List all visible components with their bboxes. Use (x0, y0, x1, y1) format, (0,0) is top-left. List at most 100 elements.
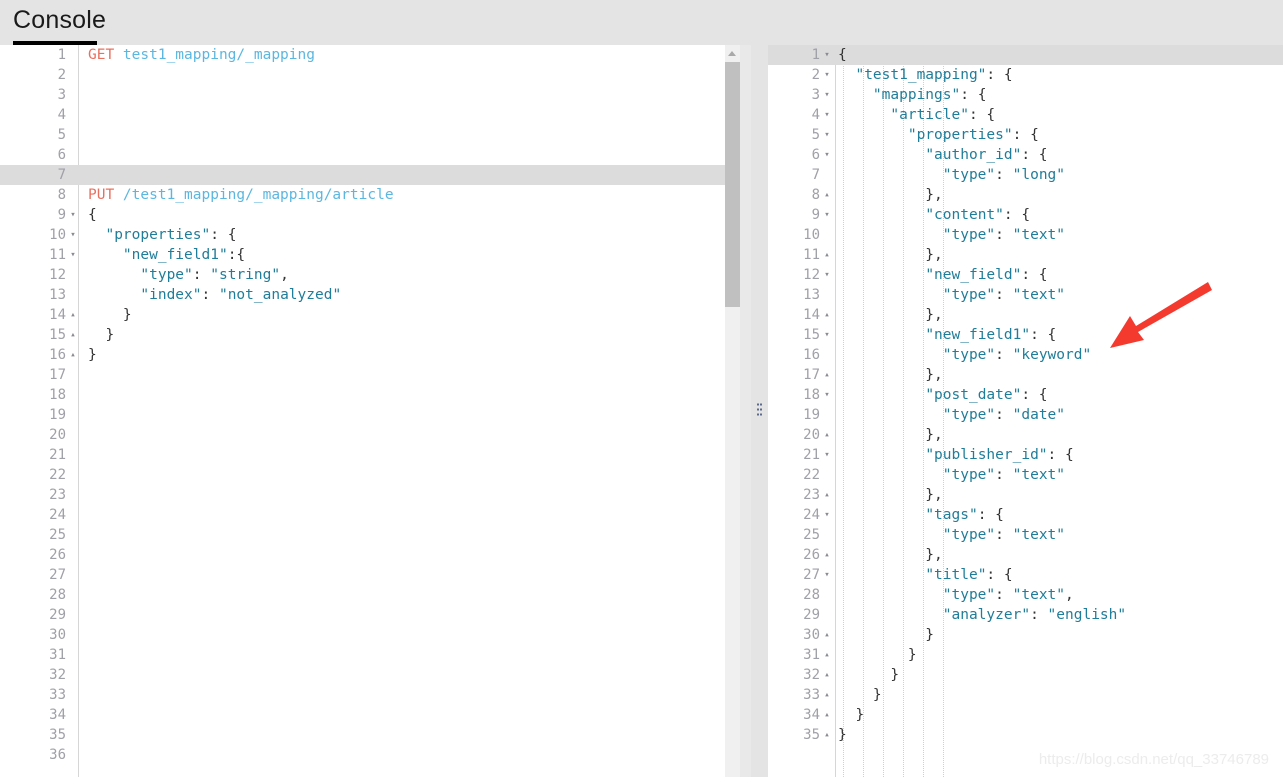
code-line[interactable]: 33 ▴ } (768, 685, 1283, 705)
fold-open-icon[interactable]: ▾ (820, 65, 834, 85)
code-line[interactable]: 14 ▴ } (0, 305, 751, 325)
code-line[interactable]: 13 "index": "not_analyzed" (0, 285, 751, 305)
request-scrollbar[interactable] (725, 45, 740, 777)
fold-open-icon[interactable]: ▾ (66, 225, 80, 245)
code-line[interactable]: 32 (0, 665, 751, 685)
code-line[interactable]: 10 ▾ "properties": { (0, 225, 751, 245)
fold-close-icon[interactable]: ▴ (66, 305, 80, 325)
code-line[interactable]: 31 ▴ } (768, 645, 1283, 665)
fold-close-icon[interactable]: ▴ (66, 345, 80, 365)
code-line[interactable]: 11 ▴ }, (768, 245, 1283, 265)
code-line[interactable]: 18 ▾ "post_date": { (768, 385, 1283, 405)
code-line[interactable]: 16 ▴} (0, 345, 751, 365)
fold-open-icon[interactable]: ▾ (820, 145, 834, 165)
fold-open-icon[interactable]: ▾ (820, 385, 834, 405)
code-line[interactable]: 35 (0, 725, 751, 745)
code-line[interactable]: 8 PUT /test1_mapping/_mapping/article (0, 185, 751, 205)
fold-open-icon[interactable]: ▾ (820, 85, 834, 105)
code-line[interactable]: 24 ▾ "tags": { (768, 505, 1283, 525)
code-line[interactable]: 6 ▾ "author_id": { (768, 145, 1283, 165)
code-line[interactable]: 22 "type": "text" (768, 465, 1283, 485)
code-line[interactable]: 21 (0, 445, 751, 465)
code-line[interactable]: 28 "type": "text", (768, 585, 1283, 605)
fold-close-icon[interactable]: ▴ (820, 625, 834, 645)
code-line[interactable]: 1 GET test1_mapping/_mapping (0, 45, 751, 65)
code-line[interactable]: 31 (0, 645, 751, 665)
code-line[interactable]: 5 (0, 125, 751, 145)
code-line[interactable]: 34 ▴ } (768, 705, 1283, 725)
fold-close-icon[interactable]: ▴ (820, 305, 834, 325)
fold-close-icon[interactable]: ▴ (820, 705, 834, 725)
code-line[interactable]: 28 (0, 585, 751, 605)
code-line[interactable]: 27 (0, 565, 751, 585)
fold-close-icon[interactable]: ▴ (820, 665, 834, 685)
code-line[interactable]: 27 ▾ "title": { (768, 565, 1283, 585)
fold-open-icon[interactable]: ▾ (66, 205, 80, 225)
code-line[interactable]: 8 ▴ }, (768, 185, 1283, 205)
fold-open-icon[interactable]: ▾ (820, 565, 834, 585)
code-line[interactable]: 29 (0, 605, 751, 625)
fold-close-icon[interactable]: ▴ (66, 325, 80, 345)
code-line[interactable]: 32 ▴ } (768, 665, 1283, 685)
fold-open-icon[interactable]: ▾ (820, 205, 834, 225)
fold-close-icon[interactable]: ▴ (820, 185, 834, 205)
code-line[interactable]: 10 "type": "text" (768, 225, 1283, 245)
response-editor[interactable]: 1 ▾{2 ▾ "test1_mapping": {3 ▾ "mappings": {… (768, 45, 1283, 777)
code-line[interactable]: 35 ▴} (768, 725, 1283, 745)
response-code-lines[interactable]: 1 ▾{2 ▾ "test1_mapping": {3 ▾ "mappings": {… (768, 45, 1283, 745)
code-line[interactable]: 34 (0, 705, 751, 725)
request-code-lines[interactable]: 1 GET test1_mapping/_mapping 2 3 4 5 6 7 8 PUT /t… (0, 45, 751, 765)
code-line[interactable]: 12 "type": "string", (0, 265, 751, 285)
code-line[interactable]: 9 ▾ { (0, 205, 751, 225)
fold-open-icon[interactable]: ▾ (66, 245, 80, 265)
code-line[interactable]: 23 ▴ }, (768, 485, 1283, 505)
fold-close-icon[interactable]: ▴ (820, 645, 834, 665)
code-line[interactable]: 17 ▴ }, (768, 365, 1283, 385)
code-line[interactable]: 12 ▾ "new_field": { (768, 265, 1283, 285)
code-line[interactable]: 5 ▾ "properties": { (768, 125, 1283, 145)
fold-open-icon[interactable]: ▾ (820, 265, 834, 285)
code-line[interactable]: 23 (0, 485, 751, 505)
fold-open-icon[interactable]: ▾ (820, 325, 834, 345)
code-line[interactable]: 29 "analyzer": "english" (768, 605, 1283, 625)
code-line[interactable]: 21 ▾ "publisher_id": { (768, 445, 1283, 465)
code-line[interactable]: 20 ▴ }, (768, 425, 1283, 445)
code-line[interactable]: 30 ▴ } (768, 625, 1283, 645)
code-line[interactable]: 11 ▾ "new_field1":{ (0, 245, 751, 265)
scroll-up-arrow-icon[interactable] (725, 45, 740, 60)
fold-close-icon[interactable]: ▴ (820, 365, 834, 385)
code-line[interactable]: 25 (0, 525, 751, 545)
code-line[interactable]: 17 (0, 365, 751, 385)
code-line[interactable]: 36 (0, 745, 751, 765)
code-line[interactable]: 1 ▾{ (768, 45, 1283, 65)
code-line[interactable]: 13 "type": "text" (768, 285, 1283, 305)
fold-open-icon[interactable]: ▾ (820, 45, 834, 65)
code-line[interactable]: 19 (0, 405, 751, 425)
code-line[interactable]: 3 (0, 85, 751, 105)
code-line[interactable]: 26 ▴ }, (768, 545, 1283, 565)
code-line[interactable]: 25 "type": "text" (768, 525, 1283, 545)
fold-open-icon[interactable]: ▾ (820, 125, 834, 145)
code-line[interactable]: 15 ▴ } (0, 325, 751, 345)
code-line[interactable]: 2 ▾ "test1_mapping": { (768, 65, 1283, 85)
fold-open-icon[interactable]: ▾ (820, 445, 834, 465)
code-line[interactable]: 26 (0, 545, 751, 565)
pane-splitter[interactable] (751, 45, 768, 777)
code-line[interactable]: 16 "type": "keyword" (768, 345, 1283, 365)
fold-close-icon[interactable]: ▴ (820, 485, 834, 505)
request-editor[interactable]: 1 GET test1_mapping/_mapping 2 3 4 5 6 7 8 PUT /t… (0, 45, 751, 777)
code-line[interactable]: 4 (0, 105, 751, 125)
code-line[interactable]: 14 ▴ }, (768, 305, 1283, 325)
code-line[interactable]: 2 (0, 65, 751, 85)
code-line[interactable]: 18 (0, 385, 751, 405)
code-line[interactable]: 22 (0, 465, 751, 485)
fold-open-icon[interactable]: ▾ (820, 105, 834, 125)
request-scrollbar-thumb[interactable] (725, 62, 740, 307)
fold-open-icon[interactable]: ▾ (820, 505, 834, 525)
fold-close-icon[interactable]: ▴ (820, 545, 834, 565)
code-line[interactable]: 24 (0, 505, 751, 525)
console-tab[interactable]: Console (13, 5, 106, 45)
code-line[interactable]: 4 ▾ "article": { (768, 105, 1283, 125)
code-line[interactable]: 15 ▾ "new_field1": { (768, 325, 1283, 345)
fold-close-icon[interactable]: ▴ (820, 685, 834, 705)
